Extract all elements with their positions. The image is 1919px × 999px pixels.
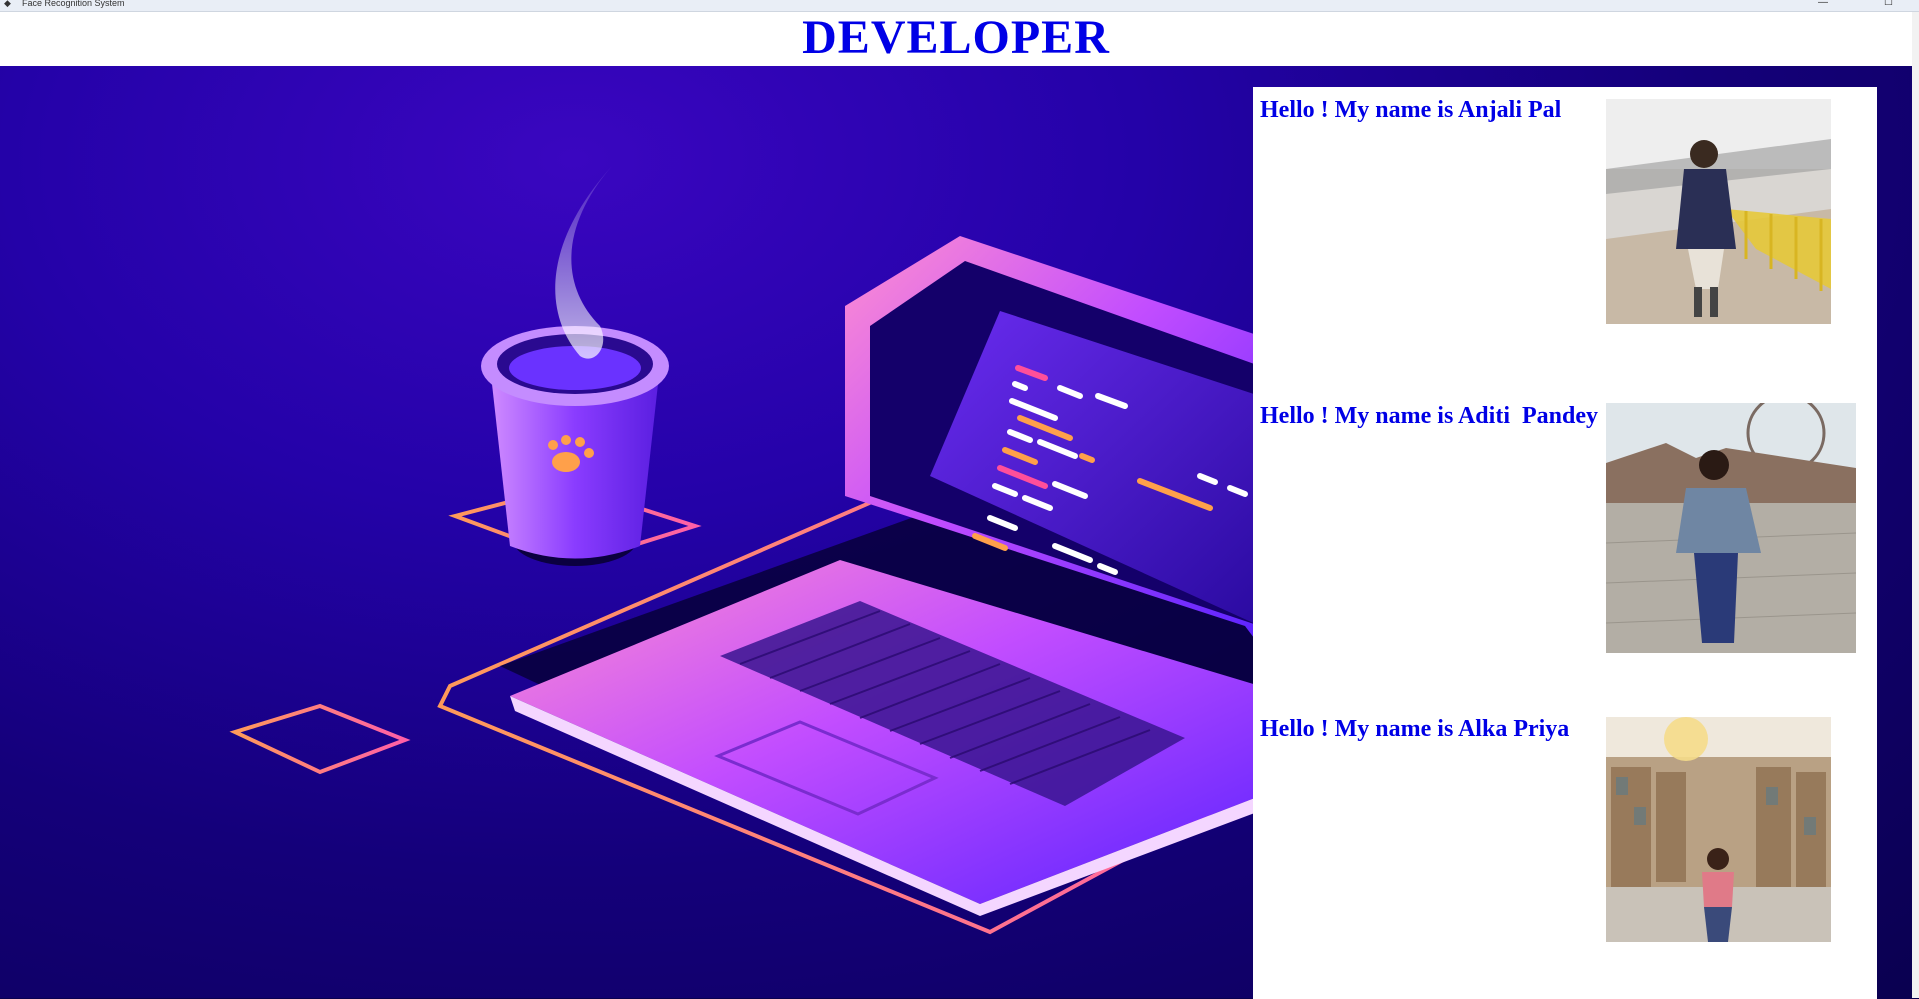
window-title: Face Recognition System [22,0,125,8]
developer-photo-aditi [1606,403,1856,653]
minimize-button[interactable]: — [1818,0,1828,8]
page-header: DEVELOPER [0,12,1912,66]
developer-name-aditi: Hello ! My name is Aditi Pandey [1260,403,1598,429]
developer-name-alka: Hello ! My name is Alka Priya [1260,716,1570,742]
person-photo-icon [1606,717,1831,942]
person-photo-icon [1606,99,1831,324]
page-title: DEVELOPER [802,11,1110,64]
person-photo-icon [1606,403,1856,653]
app-window: DEVELOPER Hello ! My name is Anjali Pal … [0,12,1919,999]
developer-panel: Hello ! My name is Anjali Pal Hello ! My… [1253,87,1877,999]
developer-name-anjali: Hello ! My name is Anjali Pal [1260,97,1562,123]
coffee-cup-icon [481,326,669,566]
laptop-coffee-illustration [229,166,1260,935]
maximize-button[interactable]: ☐ [1884,0,1893,8]
developer-photo-alka [1606,717,1831,942]
developer-photo-anjali [1606,99,1831,324]
app-icon: ◆ [4,0,11,8]
